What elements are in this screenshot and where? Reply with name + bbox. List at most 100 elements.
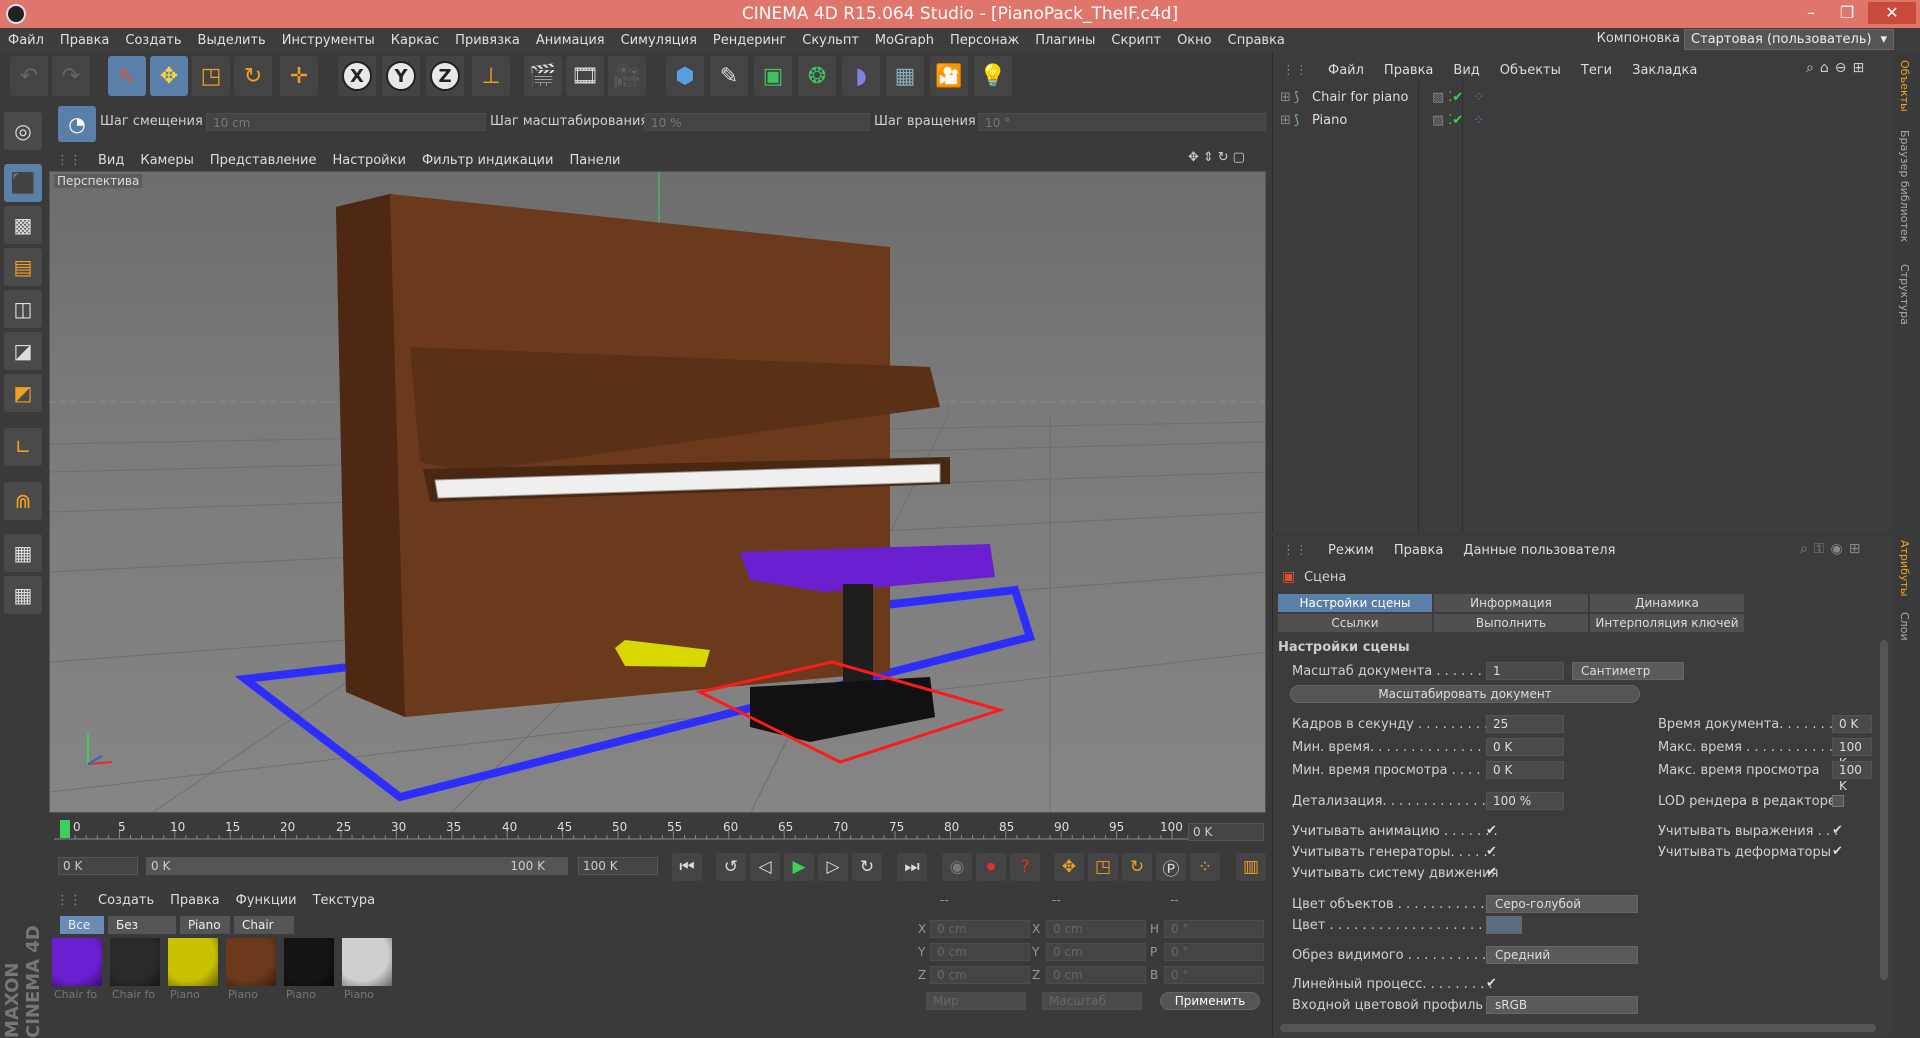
key-parameter-icon[interactable]: Ⓟ (1156, 853, 1186, 881)
menu-sculpt[interactable]: Скульпт (794, 33, 867, 48)
render-settings-button[interactable]: 🎥 (608, 56, 646, 96)
vp-menu-view[interactable]: Вид (90, 153, 132, 168)
record-disabled-icon[interactable]: ◉ (942, 853, 972, 881)
vp-menu-filter[interactable]: Фильтр индикации (414, 153, 562, 168)
scale-step-field[interactable]: 10 % (644, 113, 870, 131)
viewport-perspective[interactable]: Перспектива (49, 171, 1266, 813)
tab-dynamics[interactable]: Динамика (1590, 594, 1744, 612)
mat-menu-texture[interactable]: Текстура (305, 893, 383, 908)
menu-snap[interactable]: Привязка (447, 33, 528, 48)
side-tab-objects[interactable]: Объекты (1898, 60, 1911, 112)
mat-tab-piano[interactable]: Piano (180, 916, 230, 934)
doc-unit-select[interactable]: Сантиметр (1572, 662, 1684, 680)
timeline-scheme-icon[interactable]: ▥ (1236, 853, 1266, 881)
object-row-piano[interactable]: ⊞ ⟆ Piano ▨ ⁚✔ ⁘ (1280, 110, 1484, 130)
mat-tab-chair[interactable]: Chair (234, 916, 294, 934)
expand-icon[interactable]: ⊞ (1280, 90, 1294, 105)
current-frame-field[interactable]: 0 K (1188, 823, 1264, 841)
side-tab-structure[interactable]: Структура (1898, 264, 1911, 325)
tab-execute[interactable]: Выполнить (1434, 614, 1588, 632)
rot-b-field[interactable]: 0 ° (1164, 966, 1264, 984)
attr-menu-edit[interactable]: Правка (1384, 543, 1453, 558)
menu-file[interactable]: Файл (0, 33, 52, 48)
menu-render[interactable]: Рендеринг (705, 33, 794, 48)
floor-icon[interactable]: ▦ (886, 56, 924, 96)
deformer-icon[interactable]: ◗ (842, 56, 880, 96)
object-color-select[interactable]: Серо-голубой (1486, 895, 1638, 913)
polygons-mode-icon[interactable]: ◩ (4, 374, 42, 412)
menu-script[interactable]: Скрипт (1103, 33, 1169, 48)
redo-button[interactable]: ↷ (52, 56, 90, 96)
size-mode-select[interactable]: Масштаб (1042, 992, 1142, 1010)
menu-animate[interactable]: Анимация (528, 33, 613, 48)
rot-h-field[interactable]: 0 ° (1164, 920, 1264, 938)
menu-mesh[interactable]: Каркас (383, 33, 447, 48)
color-swatch[interactable] (1486, 916, 1522, 934)
pos-x-field[interactable]: 0 cm (930, 920, 1030, 938)
obj-menu-tags[interactable]: Теги (1571, 63, 1622, 78)
scale-tool-button[interactable]: ◳ (192, 56, 230, 96)
vp-menu-options[interactable]: Настройки (325, 153, 414, 168)
coordinate-system-button[interactable]: ⊥ (472, 56, 510, 96)
tab-scene-settings[interactable]: Настройки сцены (1278, 594, 1432, 612)
workplane-icon[interactable]: ▤ (4, 248, 42, 286)
key-pla-icon[interactable]: ⁘ (1190, 853, 1220, 881)
obj-menu-bookmarks[interactable]: Закладка (1622, 63, 1707, 78)
playhead-marker[interactable] (60, 820, 70, 838)
material-swatch[interactable] (226, 938, 276, 986)
move-tool-button[interactable]: ✥ (150, 56, 188, 96)
camera-icon[interactable]: 🎦 (930, 56, 968, 96)
undo-button[interactable]: ↶ (10, 56, 48, 96)
use-animation-checkbox[interactable]: ✔ (1486, 823, 1497, 838)
snap-settings-icon[interactable]: ◔ (58, 106, 96, 142)
key-position-icon[interactable]: ✥ (1054, 853, 1084, 881)
menu-select[interactable]: Выделить (190, 33, 274, 48)
make-editable-icon[interactable]: ◎ (4, 112, 42, 150)
menu-character[interactable]: Персонаж (942, 33, 1027, 48)
render-picture-viewer-button[interactable]: 🎞 (566, 56, 604, 96)
y-axis-button[interactable]: Y (382, 56, 420, 96)
last-tool-button[interactable]: ✛ (280, 56, 318, 96)
next-key-icon[interactable]: ↻ (852, 853, 882, 881)
coord-system-select[interactable]: Мир (926, 992, 1026, 1010)
key-rotation-icon[interactable]: ↻ (1122, 853, 1152, 881)
mat-menu-edit[interactable]: Правка (162, 893, 227, 908)
start-frame-field[interactable]: 0 K (58, 857, 138, 875)
autokey-icon[interactable]: ⏺ (976, 853, 1006, 881)
tag-icon[interactable]: ⁘ (1473, 113, 1484, 128)
go-to-start-icon[interactable]: ⏮ (672, 853, 702, 881)
mat-tab-all[interactable]: Все (60, 916, 104, 934)
apply-button[interactable]: Применить (1160, 992, 1260, 1010)
side-tab-content-browser[interactable]: Браузер библиотек (1898, 130, 1911, 242)
attr-menu-mode[interactable]: Режим (1318, 543, 1384, 558)
mat-menu-function[interactable]: Функции (228, 893, 305, 908)
tag-icon[interactable]: ⁘ (1473, 90, 1484, 105)
expand-icon[interactable]: ⊞ (1280, 113, 1294, 128)
tab-references[interactable]: Ссылки (1278, 614, 1432, 632)
use-motion-checkbox[interactable]: ✔ (1486, 865, 1497, 880)
spline-pen-icon[interactable]: ✎ (710, 56, 748, 96)
menu-window[interactable]: Окно (1169, 33, 1220, 48)
obj-menu-edit[interactable]: Правка (1374, 63, 1443, 78)
pos-z-field[interactable]: 0 cm (930, 966, 1030, 984)
array-icon[interactable]: ❂ (798, 56, 836, 96)
x-axis-button[interactable]: X (338, 56, 376, 96)
doc-time-field[interactable]: 0 K (1832, 715, 1872, 733)
object-row-chair[interactable]: ⊞ ⟆ Chair for piano ▨ ⁚✔ ⁘ (1280, 87, 1484, 107)
viewport-nav-icons[interactable]: ✥⇕↻▢ (1188, 150, 1249, 165)
menu-create[interactable]: Создать (117, 33, 189, 48)
doc-scale-field[interactable]: 1 (1486, 662, 1564, 680)
use-expressions-checkbox[interactable]: ✔ (1832, 823, 1843, 838)
min-preview-field[interactable]: 0 K (1486, 761, 1564, 779)
menu-help[interactable]: Справка (1220, 33, 1293, 48)
mat-menu-create[interactable]: Создать (90, 893, 162, 908)
obj-menu-file[interactable]: Файл (1318, 63, 1374, 78)
pos-y-field[interactable]: 0 cm (930, 943, 1030, 961)
lod-field[interactable]: 100 % (1486, 792, 1564, 810)
obj-menu-view[interactable]: Вид (1443, 63, 1489, 78)
fps-field[interactable]: 25 (1486, 715, 1564, 733)
use-generators-checkbox[interactable]: ✔ (1486, 844, 1497, 859)
vp-menu-panels[interactable]: Панели (561, 153, 628, 168)
size-z-field[interactable]: 0 cm (1046, 966, 1146, 984)
workplane-lock-icon[interactable]: ▦ (4, 534, 42, 572)
